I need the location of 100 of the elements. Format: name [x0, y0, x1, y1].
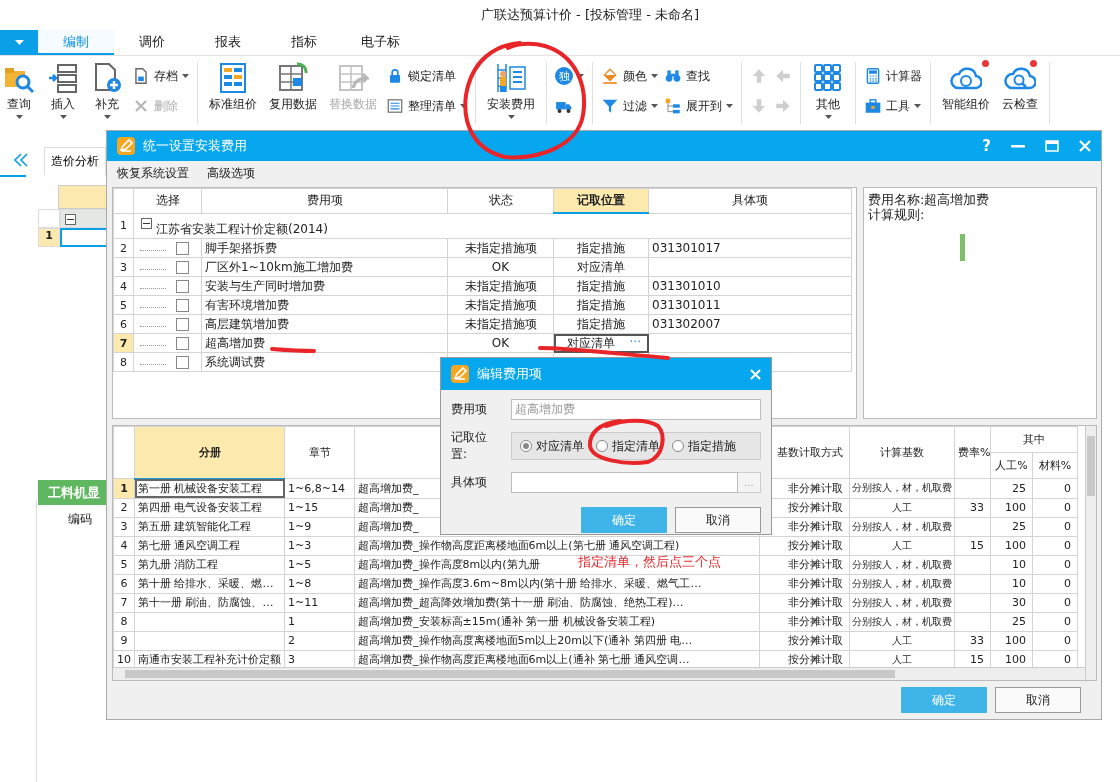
table-cell[interactable]: 指定措施 — [553, 276, 649, 296]
ribbon-button[interactable]: 其他 — [809, 62, 847, 124]
table-cell: 脚手架搭拆费 — [201, 238, 448, 258]
cancel-button[interactable]: 取消 — [995, 687, 1081, 713]
table-cell[interactable]: 对应清单 — [553, 257, 649, 277]
caret-icon — [103, 115, 111, 119]
ribbon-button[interactable]: 工具 — [864, 96, 922, 116]
ribbon-button[interactable]: 计算器 — [864, 66, 922, 86]
menu-button[interactable] — [0, 30, 38, 55]
calculator-icon — [864, 67, 882, 85]
ribbon-button[interactable]: 复用数据 — [266, 62, 320, 124]
ellipsis-button[interactable]: ··· — [625, 334, 645, 349]
menu-tab[interactable]: 编制 — [38, 30, 114, 55]
menu-tab[interactable]: 调价 — [114, 30, 190, 55]
table-cell: 第一册 机械设备安装工程 — [134, 478, 285, 498]
column-header[interactable]: 费率% — [954, 426, 991, 479]
table-cell: 10 — [990, 574, 1033, 593]
table-cell: 100 — [990, 498, 1033, 517]
table-cell[interactable]: 指定措施 — [553, 238, 649, 258]
table-cell: 第五册 建筑智能化工程 — [134, 517, 285, 536]
ribbon-button[interactable]: 整理清单 — [386, 96, 467, 116]
menu-item[interactable]: 高级选项 — [207, 165, 255, 181]
row-number: 8 — [113, 352, 134, 372]
checkbox[interactable] — [176, 356, 189, 369]
ribbon-button[interactable]: 颜色 — [601, 66, 658, 86]
ribbon-button[interactable]: 查询 — [0, 62, 38, 124]
table-cell: 超高增加费_操作物高度离楼地面5m以上20m以下(通补 第四册 电… — [354, 631, 760, 650]
column-header[interactable]: 计算基数 — [849, 426, 955, 479]
column-header[interactable]: 章节 — [284, 426, 355, 479]
column-header[interactable]: 分册 — [134, 426, 285, 479]
column-header[interactable]: 选择 — [133, 188, 202, 213]
table-cell: OK — [447, 257, 554, 277]
checkbox[interactable] — [176, 280, 189, 293]
table-cell: 1~5 — [284, 555, 355, 574]
caret-icon — [914, 104, 921, 108]
column-header[interactable]: 费用项 — [201, 188, 448, 213]
table-cell: 分别按人，材，机取费 — [849, 517, 955, 536]
menu-item[interactable]: 恢复系统设置 — [117, 165, 189, 181]
table-cell: 0 — [1032, 574, 1078, 593]
table-icon — [217, 62, 249, 94]
close-icon[interactable] — [1079, 140, 1091, 152]
column-header[interactable]: 记取位置 — [553, 188, 649, 213]
maximize-icon[interactable] — [1045, 140, 1059, 152]
ribbon-button[interactable]: 存档 — [132, 66, 189, 86]
collapse-toggle[interactable] — [141, 218, 152, 229]
close-icon[interactable] — [750, 368, 761, 380]
ribbon-button[interactable]: 展开到 — [664, 96, 733, 116]
ribbon-button[interactable]: 锁定清单 — [386, 66, 467, 86]
table-cell — [954, 517, 991, 536]
checkbox[interactable] — [176, 337, 189, 350]
menu-tab[interactable]: 指标 — [266, 30, 342, 55]
ribbon-button[interactable]: 查找 — [664, 66, 733, 86]
table-cell: 33 — [954, 631, 991, 650]
cancel-button[interactable]: 取消 — [675, 507, 761, 533]
row-number: 7 — [113, 593, 135, 612]
ribbon-button[interactable]: 智能组价 — [939, 62, 993, 124]
radio-option[interactable]: 指定清单 — [596, 437, 660, 455]
horizontal-scrollbar[interactable] — [113, 667, 1086, 680]
vertical-scrollbar[interactable] — [1085, 426, 1096, 680]
column-header[interactable]: 具体项 — [648, 188, 852, 213]
ribbon-button[interactable]: 插入 — [44, 62, 82, 124]
caret-icon — [59, 115, 67, 119]
checkbox[interactable] — [176, 299, 189, 312]
ribbon-button[interactable]: 标准组价 — [206, 62, 260, 124]
ribbon-button[interactable]: 安装费用 — [484, 62, 538, 124]
collapse-icon[interactable] — [14, 153, 28, 167]
table-cell[interactable]: 指定措施 — [553, 314, 649, 334]
row-number: 4 — [113, 536, 135, 555]
ribbon-button[interactable]: 独 — [555, 66, 584, 86]
input-field[interactable] — [511, 472, 738, 493]
table-cell: 有害环境增加费 — [201, 295, 448, 315]
table-cell: 按分摊计取 — [759, 631, 850, 650]
binoculars-icon — [664, 67, 682, 85]
ribbon-button[interactable]: 补充 — [88, 62, 126, 124]
checkbox[interactable] — [176, 261, 189, 274]
table-cell — [954, 612, 991, 631]
column-header[interactable]: 状态 — [447, 188, 554, 213]
side-tab[interactable]: 造价分析 — [44, 147, 106, 175]
arrow-down-icon — [750, 97, 768, 115]
caret-icon — [577, 74, 584, 78]
ribbon-button[interactable]: 过滤 — [601, 96, 658, 116]
row-number: 1 — [113, 213, 134, 239]
menu-tab[interactable]: 报表 — [190, 30, 266, 55]
table-cell: 人工 — [849, 536, 955, 555]
table-cell — [60, 228, 108, 247]
table-cell[interactable]: 指定措施 — [553, 295, 649, 315]
radio-option[interactable]: 对应清单 — [520, 437, 584, 455]
row-number: 2 — [113, 498, 135, 517]
table-cell: 031301017 — [648, 238, 852, 258]
checkbox[interactable] — [176, 242, 189, 255]
table-cell: 0 — [1032, 631, 1078, 650]
table-cell[interactable]: 对应清单 ··· — [553, 333, 649, 353]
checkbox[interactable] — [176, 318, 189, 331]
splitter-handle[interactable] — [960, 234, 965, 261]
menu-tab[interactable]: 电子标 — [342, 30, 418, 55]
table-cell: 分别按人，材，机取费 — [849, 593, 955, 612]
radio-option[interactable]: 指定措施 — [672, 437, 736, 455]
collapse-toggle[interactable] — [65, 214, 76, 225]
table-cell — [954, 593, 991, 612]
ribbon-button[interactable]: 云检查 — [999, 62, 1041, 124]
